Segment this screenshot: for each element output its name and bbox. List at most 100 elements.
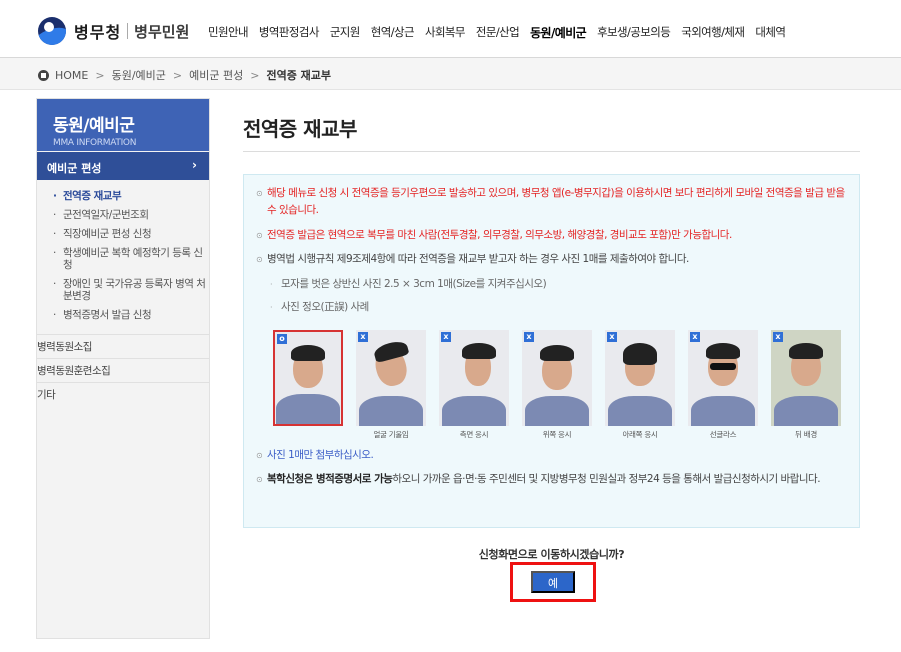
sidebar-item-label: 학생예비군 복학 예정학기 등록 신청 [63, 247, 203, 271]
portrait-body [442, 396, 506, 426]
sidebar-group-label: 병력동원소집 [37, 341, 92, 353]
sidebar-title: 동원/예비군 [53, 116, 135, 136]
nav-item-civil-guide[interactable]: 민원안내 [208, 24, 249, 41]
breadcrumb-current: 전역증 재교부 [266, 69, 332, 82]
sidebar-section-reserve[interactable]: 예비군 편성 › [37, 152, 209, 180]
taegeuk-logo-icon [38, 17, 66, 45]
notice-text: 사진 1매만 첨부하십시오. [267, 449, 374, 461]
notice-mobile-card: ⊙ 해당 메뉴로 신청 시 전역증을 등기우편으로 발송하고 있으며, 병무청 … [256, 185, 854, 219]
photo-caption: 아래쪽 응시 [622, 430, 658, 439]
circle-bullet-icon: ⊙ [256, 451, 263, 460]
sidebar-item-workplace-reserve[interactable]: · 직장예비군 편성 신청 [53, 228, 209, 240]
sidebar-item-discharge-date[interactable]: · 군전역일자/군번조회 [53, 209, 209, 221]
sidebar-group-label: 병력동원훈련소집 [37, 365, 111, 377]
notice-photo-examples: · 사진 정오(正誤) 사례 [270, 299, 850, 316]
confirm-question: 신청화면으로 이동하시겠습니까? [478, 548, 625, 561]
bullet-icon: · [53, 228, 56, 240]
circle-bullet-icon: ⊙ [256, 189, 263, 198]
chevron-right-icon: › [192, 158, 197, 172]
page-title: 전역증 재교부 [243, 117, 357, 141]
title-divider [243, 151, 860, 152]
logo-text: 병무청 [74, 23, 122, 42]
chevron-right-icon: > [95, 68, 105, 82]
sidebar-group-etc[interactable]: 기타 [37, 382, 209, 406]
x-mark-icon: x [690, 332, 700, 342]
nav-item-active-duty[interactable]: 현역/상근 [371, 24, 415, 41]
notice-text: 모자를 벗은 상반신 사진 2.5 × 3cm 1매(Size를 지켜주십시오) [281, 278, 547, 290]
nav-item-candidates[interactable]: 후보생/공보의등 [597, 24, 671, 41]
photo-caption: 위쪽 응시 [542, 430, 572, 439]
nav-item-social-service[interactable]: 사회복무 [425, 24, 466, 41]
notice-text: 사진 정오(正誤) 사례 [281, 301, 369, 313]
chevron-right-icon: > [172, 68, 183, 82]
portrait-body [608, 396, 672, 426]
breadcrumb-item[interactable]: 예비군 편성 [189, 67, 243, 83]
portrait-hair [623, 343, 657, 365]
breadcrumb-home[interactable]: HOME [55, 69, 88, 82]
photo-caption: 선글라스 [709, 430, 737, 439]
x-mark-icon: x [441, 332, 451, 342]
photo-example-down: x [605, 330, 675, 426]
nav-item-overseas[interactable]: 국외여행/체재 [681, 24, 745, 41]
breadcrumb: HOME > 동원/예비군 > 예비군 편성 > 전역증 재교부 [38, 67, 331, 83]
notice-box: ⊙ 해당 메뉴로 신청 시 전역증을 등기우편으로 발송하고 있으며, 병무청 … [243, 174, 860, 528]
sunglasses-icon [710, 363, 736, 370]
chevron-right-icon: > [250, 68, 260, 82]
portrait-hair [462, 343, 496, 359]
sidebar-item-label: 병적증명서 발급 신청 [63, 309, 152, 321]
notice-photo-required: ⊙ 병역법 시행규칙 제9조제4항에 따라 전역증을 재교부 받고자 하는 경우… [256, 251, 854, 268]
ok-mark-icon: o [277, 334, 287, 344]
sidebar-item-label: 군전역일자/군번조회 [63, 209, 149, 221]
home-icon[interactable] [38, 69, 49, 81]
notice-text: 병역법 시행규칙 제9조제4항에 따라 전역증을 재교부 받고자 하는 경우 사… [267, 253, 689, 265]
nav-item-enlistment[interactable]: 군지원 [330, 24, 361, 41]
sidebar-group-label: 기타 [37, 389, 56, 401]
sidebar-item-certificate[interactable]: · 병적증명서 발급 신청 [53, 309, 209, 321]
circle-bullet-icon: ⊙ [256, 475, 263, 484]
bullet-icon: · [270, 280, 273, 289]
sidebar: 동원/예비군 MMA INFORMATION 예비군 편성 › · 전역증 재교… [36, 98, 210, 639]
portrait-body [276, 394, 340, 424]
sidebar-section-label: 예비군 편성 [47, 162, 102, 175]
photo-caption: 측면 응시 [459, 430, 489, 439]
notice-bold-text: 복학신청은 병적증명서로 가능 [267, 473, 393, 485]
yes-button[interactable]: 예 [531, 571, 575, 593]
photo-examples: o x 얼굴 기울임 x 측면 응시 x 위쪽 응시 x 아래쪽 응시 x 선글… [273, 330, 843, 439]
notice-one-photo: ⊙ 사진 1매만 첨부하십시오. [256, 447, 854, 464]
sidebar-item-label: 전역증 재교부 [63, 190, 122, 202]
sidebar-item-label: 직장예비군 편성 신청 [63, 228, 152, 240]
bullet-icon: · [53, 247, 56, 259]
sidebar-group-mobilization-training[interactable]: 병력동원훈련소집 [37, 358, 209, 382]
portrait-hair [789, 343, 823, 359]
photo-caption: 뒤 배경 [795, 430, 817, 439]
sidebar-item-discharge-card[interactable]: · 전역증 재교부 [53, 190, 209, 202]
breadcrumb-item[interactable]: 동원/예비군 [112, 67, 166, 83]
logo-divider [127, 23, 129, 39]
logo[interactable]: 병무청 병무민원 [38, 17, 189, 45]
portrait-body [359, 396, 423, 426]
nav-item-industry[interactable]: 전문/산업 [476, 24, 520, 41]
sidebar-subtitle: MMA INFORMATION [53, 138, 137, 148]
bullet-icon: · [270, 303, 273, 312]
sidebar-item-disabled-merit[interactable]: · 장애인 및 국가유공 등록자 병역 처분변경 [53, 278, 209, 302]
photo-example-up: x [522, 330, 592, 426]
notice-photo-size: · 모자를 벗은 상반신 사진 2.5 × 3cm 1매(Size를 지켜주십시… [270, 276, 850, 293]
photo-example-sunglasses: x [688, 330, 758, 426]
nav-item-military-exam[interactable]: 병역판정검사 [259, 24, 319, 41]
sidebar-header: 동원/예비군 MMA INFORMATION [37, 99, 209, 151]
photo-example-side: x [439, 330, 509, 426]
portrait-hair [706, 343, 740, 359]
bullet-icon: · [53, 209, 56, 221]
sidebar-group-mobilization[interactable]: 병력동원소집 [37, 334, 209, 358]
nav-item-alternative-service[interactable]: 대체역 [755, 24, 786, 41]
notice-eligibility: ⊙ 전역증 발급은 현역으로 복무를 마친 사람(전투경찰, 의무경찰, 의무소… [256, 227, 854, 244]
bullet-icon: · [53, 278, 56, 290]
notice-reenroll: ⊙ 복학신청은 병적증명서로 가능하오니 가까운 읍·면·동 주민센터 및 지방… [256, 471, 854, 488]
nav-item-mobilization[interactable]: 동원/예비군 [530, 24, 587, 41]
x-mark-icon: x [607, 332, 617, 342]
notice-text: 전역증 발급은 현역으로 복무를 마친 사람(전투경찰, 의무경찰, 의무소방,… [267, 229, 732, 241]
circle-bullet-icon: ⊙ [256, 231, 263, 240]
circle-bullet-icon: ⊙ [256, 255, 263, 264]
site-header: 병무청 병무민원 민원안내 병역판정검사 군지원 현역/상근 사회복무 전문/산… [0, 0, 901, 58]
sidebar-item-student-reserve[interactable]: · 학생예비군 복학 예정학기 등록 신청 [53, 247, 209, 271]
